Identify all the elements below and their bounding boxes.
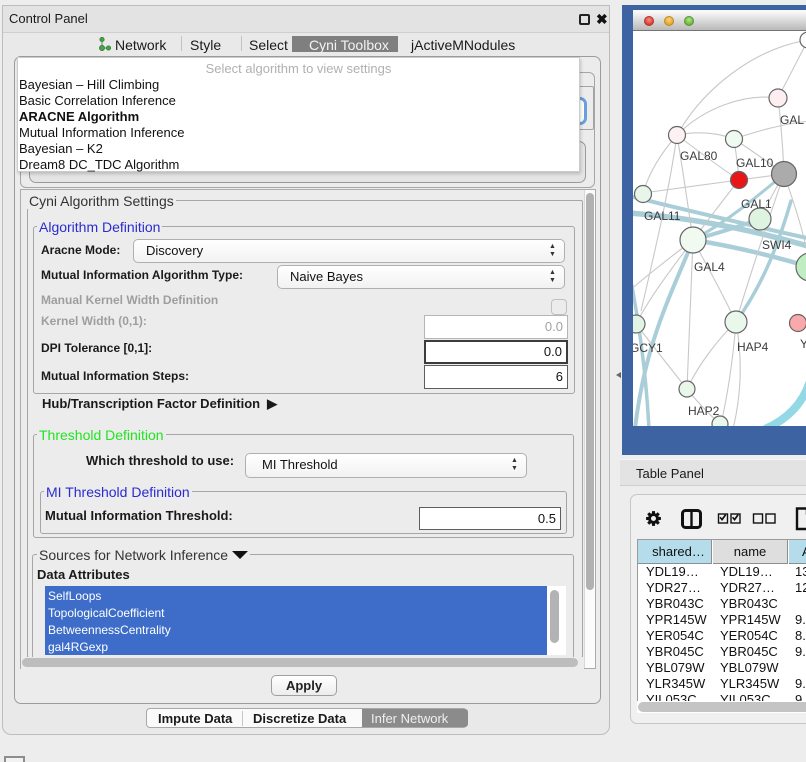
svg-text:HAP4: HAP4: [737, 340, 769, 354]
svg-text:GAL: GAL: [780, 113, 804, 127]
svg-text:HAP2: HAP2: [688, 404, 720, 418]
svg-text:GAL80: GAL80: [680, 149, 718, 163]
svg-text:GAL10: GAL10: [736, 156, 774, 170]
svg-text:GAL1: GAL1: [741, 197, 772, 211]
svg-text:GCY1: GCY1: [633, 341, 663, 355]
svg-text:GAL11: GAL11: [644, 209, 681, 223]
svg-text:GAL4: GAL4: [694, 260, 725, 274]
svg-text:SWI4: SWI4: [762, 238, 792, 252]
svg-text:Y: Y: [800, 337, 806, 351]
